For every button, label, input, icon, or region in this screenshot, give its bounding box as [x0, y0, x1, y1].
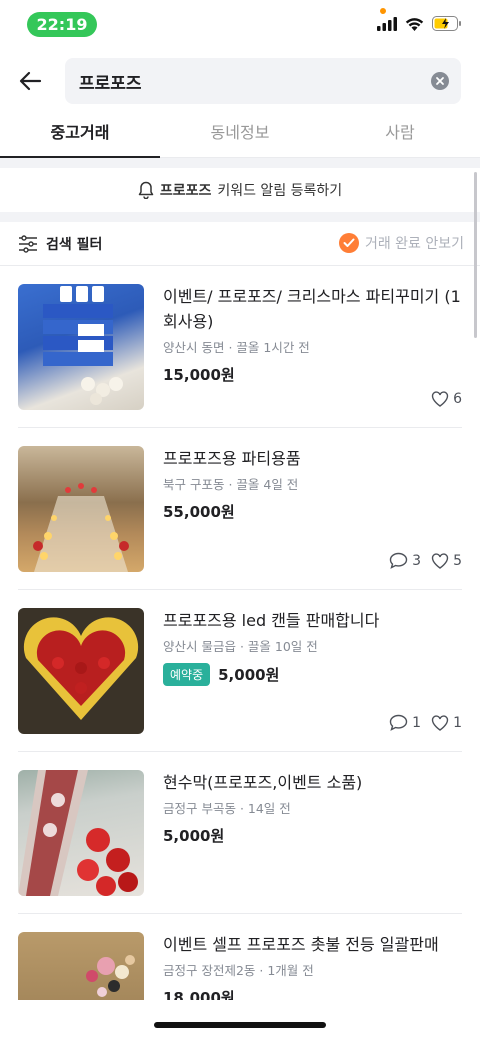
scrollbar[interactable] — [474, 172, 477, 338]
divider — [0, 158, 480, 168]
product-price: 5,000원 — [163, 827, 225, 845]
alert-keyword: 프로포즈 — [159, 183, 212, 199]
search-filter-button[interactable]: 검색 필터 — [18, 234, 102, 254]
tab-neighborhood-info[interactable]: 동네정보 — [160, 112, 320, 157]
home-indicator[interactable] — [154, 1022, 326, 1028]
chat-icon — [389, 714, 408, 731]
arrow-left-icon — [19, 71, 42, 91]
status-time: 22:19 — [27, 12, 97, 37]
product-price: 55,000원 — [163, 503, 235, 521]
tab-used-trade[interactable]: 중고거래 — [0, 112, 160, 158]
product-title: 프로포즈용 led 캔들 판매합니다 — [163, 611, 380, 630]
product-thumbnail — [18, 770, 144, 896]
product-thumbnail — [18, 608, 144, 734]
battery-charging-icon — [432, 16, 461, 31]
filter-bar: 검색 필터 거래 완료 안보기 — [0, 222, 480, 266]
reserved-badge: 예약중 — [163, 663, 211, 686]
status-bar: 22:19 — [0, 0, 480, 48]
list-item[interactable]: 현수막(프로포즈,이벤트 소품) 금정구 부곡동 · 14일 전 5,000원 — [18, 752, 462, 914]
wifi-icon — [405, 17, 424, 31]
product-meta: 양산시 동면 · 끌올 1시간 전 — [163, 340, 310, 355]
product-title: 프로포즈용 파티용품 — [163, 449, 301, 468]
hide-sold-label: 거래 완료 안보기 — [364, 236, 464, 252]
list-item[interactable]: 이벤트 셀프 프로포즈 촛불 전등 일괄판매 금정구 장전제2동 · 1개월 전… — [18, 914, 462, 1000]
heart-icon — [431, 714, 449, 731]
heart-icon — [431, 552, 449, 569]
clear-search-button[interactable] — [431, 72, 449, 90]
keyword-alert-button[interactable]: 프로포즈 키워드 알림 등록하기 — [0, 168, 480, 212]
like-count: 5 — [453, 552, 462, 569]
product-thumbnail — [18, 932, 144, 1000]
product-title: 현수막(프로포즈,이벤트 소품) — [163, 773, 363, 792]
signal-icon — [377, 16, 397, 31]
product-thumbnail — [18, 284, 144, 410]
product-meta: 금정구 부곡동 · 14일 전 — [163, 801, 291, 816]
close-icon — [436, 77, 444, 85]
product-meta: 금정구 장전제2동 · 1개월 전 — [163, 963, 314, 978]
filter-label: 검색 필터 — [46, 237, 103, 253]
product-thumbnail — [18, 446, 144, 572]
checkmark-icon — [338, 233, 359, 253]
sliders-icon — [19, 235, 37, 253]
product-meta: 양산시 물금읍 · 끌올 10일 전 — [163, 639, 318, 654]
search-query: 프로포즈 — [79, 73, 142, 94]
product-counts: 1 1 — [389, 714, 462, 731]
back-button[interactable] — [16, 66, 46, 96]
product-price: 15,000원 — [163, 366, 235, 384]
mic-indicator-icon — [380, 8, 386, 14]
product-counts: 3 5 — [389, 552, 462, 569]
like-count: 6 — [453, 391, 462, 407]
bell-icon — [138, 181, 154, 199]
list-item[interactable]: 이벤트/ 프로포즈/ 크리스마스 파티꾸미기 (1회사용) 양산시 동면 · 끌… — [18, 266, 462, 428]
chat-count: 3 — [412, 552, 422, 569]
tab-people[interactable]: 사람 — [320, 112, 480, 157]
product-counts: 6 — [431, 391, 462, 407]
product-title: 이벤트 셀프 프로포즈 촛불 전등 일괄판매 — [163, 935, 439, 954]
heart-icon — [431, 391, 449, 407]
alert-text: 키워드 알림 등록하기 — [217, 183, 343, 199]
list-item[interactable]: 프로포즈용 파티용품 북구 구포동 · 끌올 4일 전 55,000원 3 5 — [18, 428, 462, 590]
search-input[interactable]: 프로포즈 — [65, 58, 461, 104]
like-count: 1 — [453, 714, 462, 731]
search-header: 프로포즈 — [0, 54, 480, 108]
product-title: 이벤트/ 프로포즈/ 크리스마스 파티꾸미기 (1회사용) — [163, 287, 461, 331]
status-icons — [377, 16, 462, 31]
product-price: 18,000원 — [163, 989, 235, 1000]
category-tabs: 중고거래 동네정보 사람 — [0, 112, 480, 158]
hide-sold-toggle[interactable]: 거래 완료 안보기 — [338, 233, 464, 253]
chat-count: 1 — [412, 714, 422, 731]
divider — [0, 212, 480, 222]
list-item[interactable]: 프로포즈용 led 캔들 판매합니다 양산시 물금읍 · 끌올 10일 전 예약… — [18, 590, 462, 752]
product-price: 예약중 5,000원 — [163, 663, 462, 686]
product-meta: 북구 구포동 · 끌올 4일 전 — [163, 477, 299, 492]
product-list: 이벤트/ 프로포즈/ 크리스마스 파티꾸미기 (1회사용) 양산시 동면 · 끌… — [0, 266, 480, 1000]
chat-icon — [389, 552, 408, 569]
